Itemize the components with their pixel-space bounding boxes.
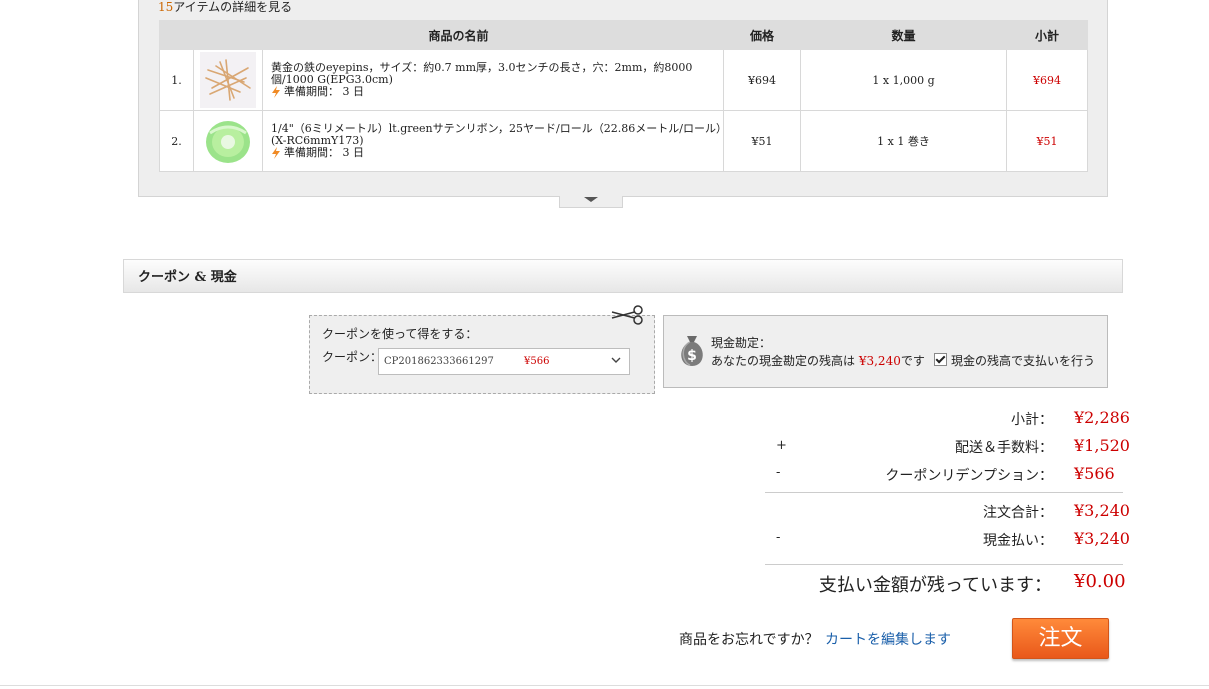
- prep-time-text: 準備期間： 3 日: [284, 85, 364, 98]
- product-image-eyepins[interactable]: [200, 52, 256, 108]
- coupon-box: クーポンを使って得をする： クーポン： CP2018623336612​97 ¥…: [309, 315, 655, 394]
- product-name-cell: 1/4"（6ミリメートル）lt.greenサテンリボン，25ヤード/ロール（22…: [261, 110, 725, 172]
- pay-with-balance-label[interactable]: 現金の残高で支払いを行う: [951, 352, 1095, 369]
- coupon-label: クーポン：: [322, 350, 383, 364]
- forgot-items-text: 商品をお忘れですか？: [679, 632, 819, 648]
- row-number: 2.: [159, 110, 194, 172]
- cash-payment-value: ¥3,240: [1074, 529, 1130, 548]
- product-name[interactable]: 黄金の鉄のeyepins，サイズ：約0.7 mm厚，3.0センチの長さ，穴：2m…: [271, 61, 692, 86]
- col-header-name: 商品の名前: [192, 20, 725, 50]
- pay-with-balance-checkbox[interactable]: [934, 353, 947, 366]
- coupon-cash-header: クーポン & 現金: [123, 259, 1123, 293]
- place-order-button[interactable]: 注文: [1012, 618, 1109, 659]
- totals-divider: [765, 492, 1123, 493]
- subtotal-value: ¥2,286: [1074, 408, 1130, 427]
- order-total-value: ¥3,240: [1074, 501, 1130, 520]
- row-number: 1.: [159, 49, 194, 111]
- lightning-icon: [272, 147, 280, 159]
- lightning-icon: [272, 86, 280, 98]
- collapse-arrow-icon: [584, 197, 598, 202]
- subtotal-label: 小計：: [1011, 412, 1053, 428]
- cash-balance: ¥3,240: [858, 354, 901, 368]
- svg-text:$: $: [687, 348, 697, 364]
- table-row: 2. 1/4"（6ミリメートル）lt.greenサテンリボン，25ヤード/ロール…: [159, 110, 1089, 172]
- item-count: 15: [158, 0, 174, 14]
- cash-payment-label: 現金払い：: [983, 533, 1053, 549]
- view-items-label: アイテムの詳細を見る: [173, 0, 293, 14]
- product-name-cell: 黄金の鉄のeyepins，サイズ：約0.7 mm厚，3.0センチの長さ，穴：2m…: [261, 49, 725, 111]
- collapse-toggle[interactable]: [559, 196, 623, 208]
- balance-suffix: です: [900, 354, 925, 368]
- product-image-cell: [193, 49, 263, 111]
- cash-account-title: 現金勘定：: [711, 336, 772, 350]
- bottom-divider: [0, 685, 1209, 686]
- product-subtotal: ¥51: [1006, 110, 1089, 172]
- prep-time: 準備期間： 3 日: [271, 147, 723, 159]
- coupon-select[interactable]: CP2018623336612​97 ¥566: [378, 348, 630, 375]
- chevron-down-icon: [611, 357, 621, 363]
- order-total-label: 注文合計：: [983, 505, 1053, 521]
- money-bag-icon: $: [681, 336, 703, 366]
- coupon-amount: ¥566: [524, 356, 550, 367]
- product-subtotal: ¥694: [1006, 49, 1089, 111]
- edit-cart-link[interactable]: カートを編集します: [825, 629, 951, 649]
- table-row: 1. 黄金の鉄のeyepins，サイズ：約0.7 mm厚，3.0センチの長さ，穴…: [159, 49, 1089, 111]
- balance-prefix: あなたの現金勘定の残高は: [711, 354, 856, 368]
- use-coupon-label: クーポンを使って得をする：: [322, 327, 478, 341]
- product-price: ¥694: [723, 49, 802, 111]
- cash-account-box: $ 現金勘定： あなたの現金勘定の残高は ¥3,240です 現金の残高で支払いを…: [663, 315, 1108, 388]
- coupon-code: CP2018623336612​97: [384, 356, 494, 367]
- col-header-price: 価格: [723, 20, 802, 50]
- scissors-icon: [611, 305, 643, 325]
- col-header-quantity: 数量: [800, 20, 1008, 50]
- prep-time: 準備期間： 3 日: [271, 86, 723, 98]
- totals-divider: [765, 564, 1123, 565]
- table-header-row: 商品の名前 価格 数量 小計: [159, 20, 1089, 50]
- product-price: ¥51: [723, 110, 802, 172]
- cash-balance-text: あなたの現金勘定の残高は ¥3,240です: [711, 352, 925, 369]
- coupon-cash-title: クーポン & 現金: [138, 270, 237, 285]
- product-quantity: 1 x 1,000 g: [800, 49, 1008, 111]
- product-quantity: 1 x 1 巻き: [800, 110, 1008, 172]
- col-header-subtotal: 小計: [1006, 20, 1089, 50]
- product-name[interactable]: 1/4"（6ミリメートル）lt.greenサテンリボン，25ヤード/ロール（22…: [271, 122, 721, 147]
- view-items-link[interactable]: 15アイテムの詳細を見る: [158, 0, 292, 15]
- coupon-redemption-value: ¥566: [1074, 464, 1115, 483]
- coupon-redemption-label: クーポンリデンプション：: [885, 468, 1053, 484]
- product-image-cell: [193, 110, 263, 172]
- prep-time-text: 準備期間： 3 日: [284, 146, 364, 159]
- order-items-table: 商品の名前 価格 数量 小計 1. 黄金の鉄のeyepins，サイズ：約0.7 …: [159, 20, 1089, 172]
- shipping-value: ¥1,520: [1074, 436, 1130, 455]
- shipping-label: 配送＆手数料：: [955, 440, 1053, 456]
- remaining-value: ¥0.00: [1074, 571, 1126, 592]
- product-image-ribbon[interactable]: [200, 113, 256, 169]
- remaining-label: 支払い金額が残っています：: [818, 575, 1052, 596]
